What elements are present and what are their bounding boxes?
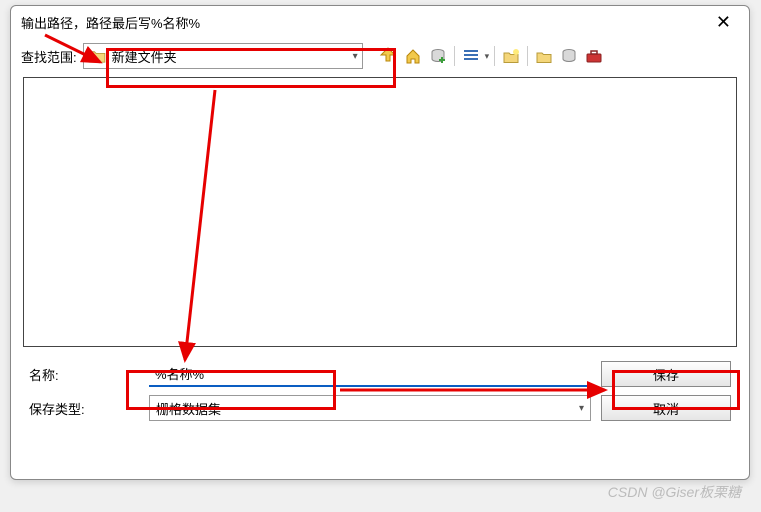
filename-input[interactable] [149,361,591,387]
chevron-down-icon: ▾ [353,51,358,62]
separator [494,46,495,66]
titlebar: 输出路径，路径最后写%名称% ✕ [11,6,749,39]
save-button[interactable]: 保存 [601,361,731,387]
separator [454,46,455,66]
new-folder-icon[interactable] [500,45,522,67]
toolbox-icon[interactable] [583,45,605,67]
lookin-label: 查找范围: [21,47,77,66]
toolbar-icons: ▾ [377,45,606,67]
cancel-button[interactable]: 取消 [601,395,731,421]
watermark-text: CSDN @Giser板栗糖 [608,482,741,502]
chevron-down-icon: ▾ [579,403,584,414]
file-list-area[interactable] [23,77,737,347]
save-type-dropdown[interactable]: 栅格数据集 ▾ [149,395,591,421]
folder-icon [88,49,106,63]
list-view-icon[interactable] [460,45,482,67]
view-chevron-icon[interactable]: ▾ [485,51,490,62]
save-type-value: 栅格数据集 [156,399,221,418]
type-label: 保存类型: [29,399,139,418]
name-label: 名称: [29,365,139,384]
dialog-title: 输出路径，路径最后写%名称% [21,13,200,32]
connect-folder-icon[interactable] [427,45,449,67]
lookin-value: 新建文件夹 [112,47,353,66]
toolbar-row: 查找范围: 新建文件夹 ▾ ▾ [11,39,749,75]
database-icon[interactable] [558,45,580,67]
lookin-dropdown[interactable]: 新建文件夹 ▾ [83,43,363,69]
save-dialog: 输出路径，路径最后写%名称% ✕ 查找范围: 新建文件夹 ▾ ▾ 名称: 保存 [10,5,750,480]
open-folder-icon[interactable] [533,45,555,67]
bottom-controls: 名称: 保存 保存类型: 栅格数据集 ▾ 取消 [11,349,749,421]
home-icon[interactable] [402,45,424,67]
close-icon[interactable]: ✕ [708,12,739,33]
separator [527,46,528,66]
up-level-icon[interactable] [377,45,399,67]
